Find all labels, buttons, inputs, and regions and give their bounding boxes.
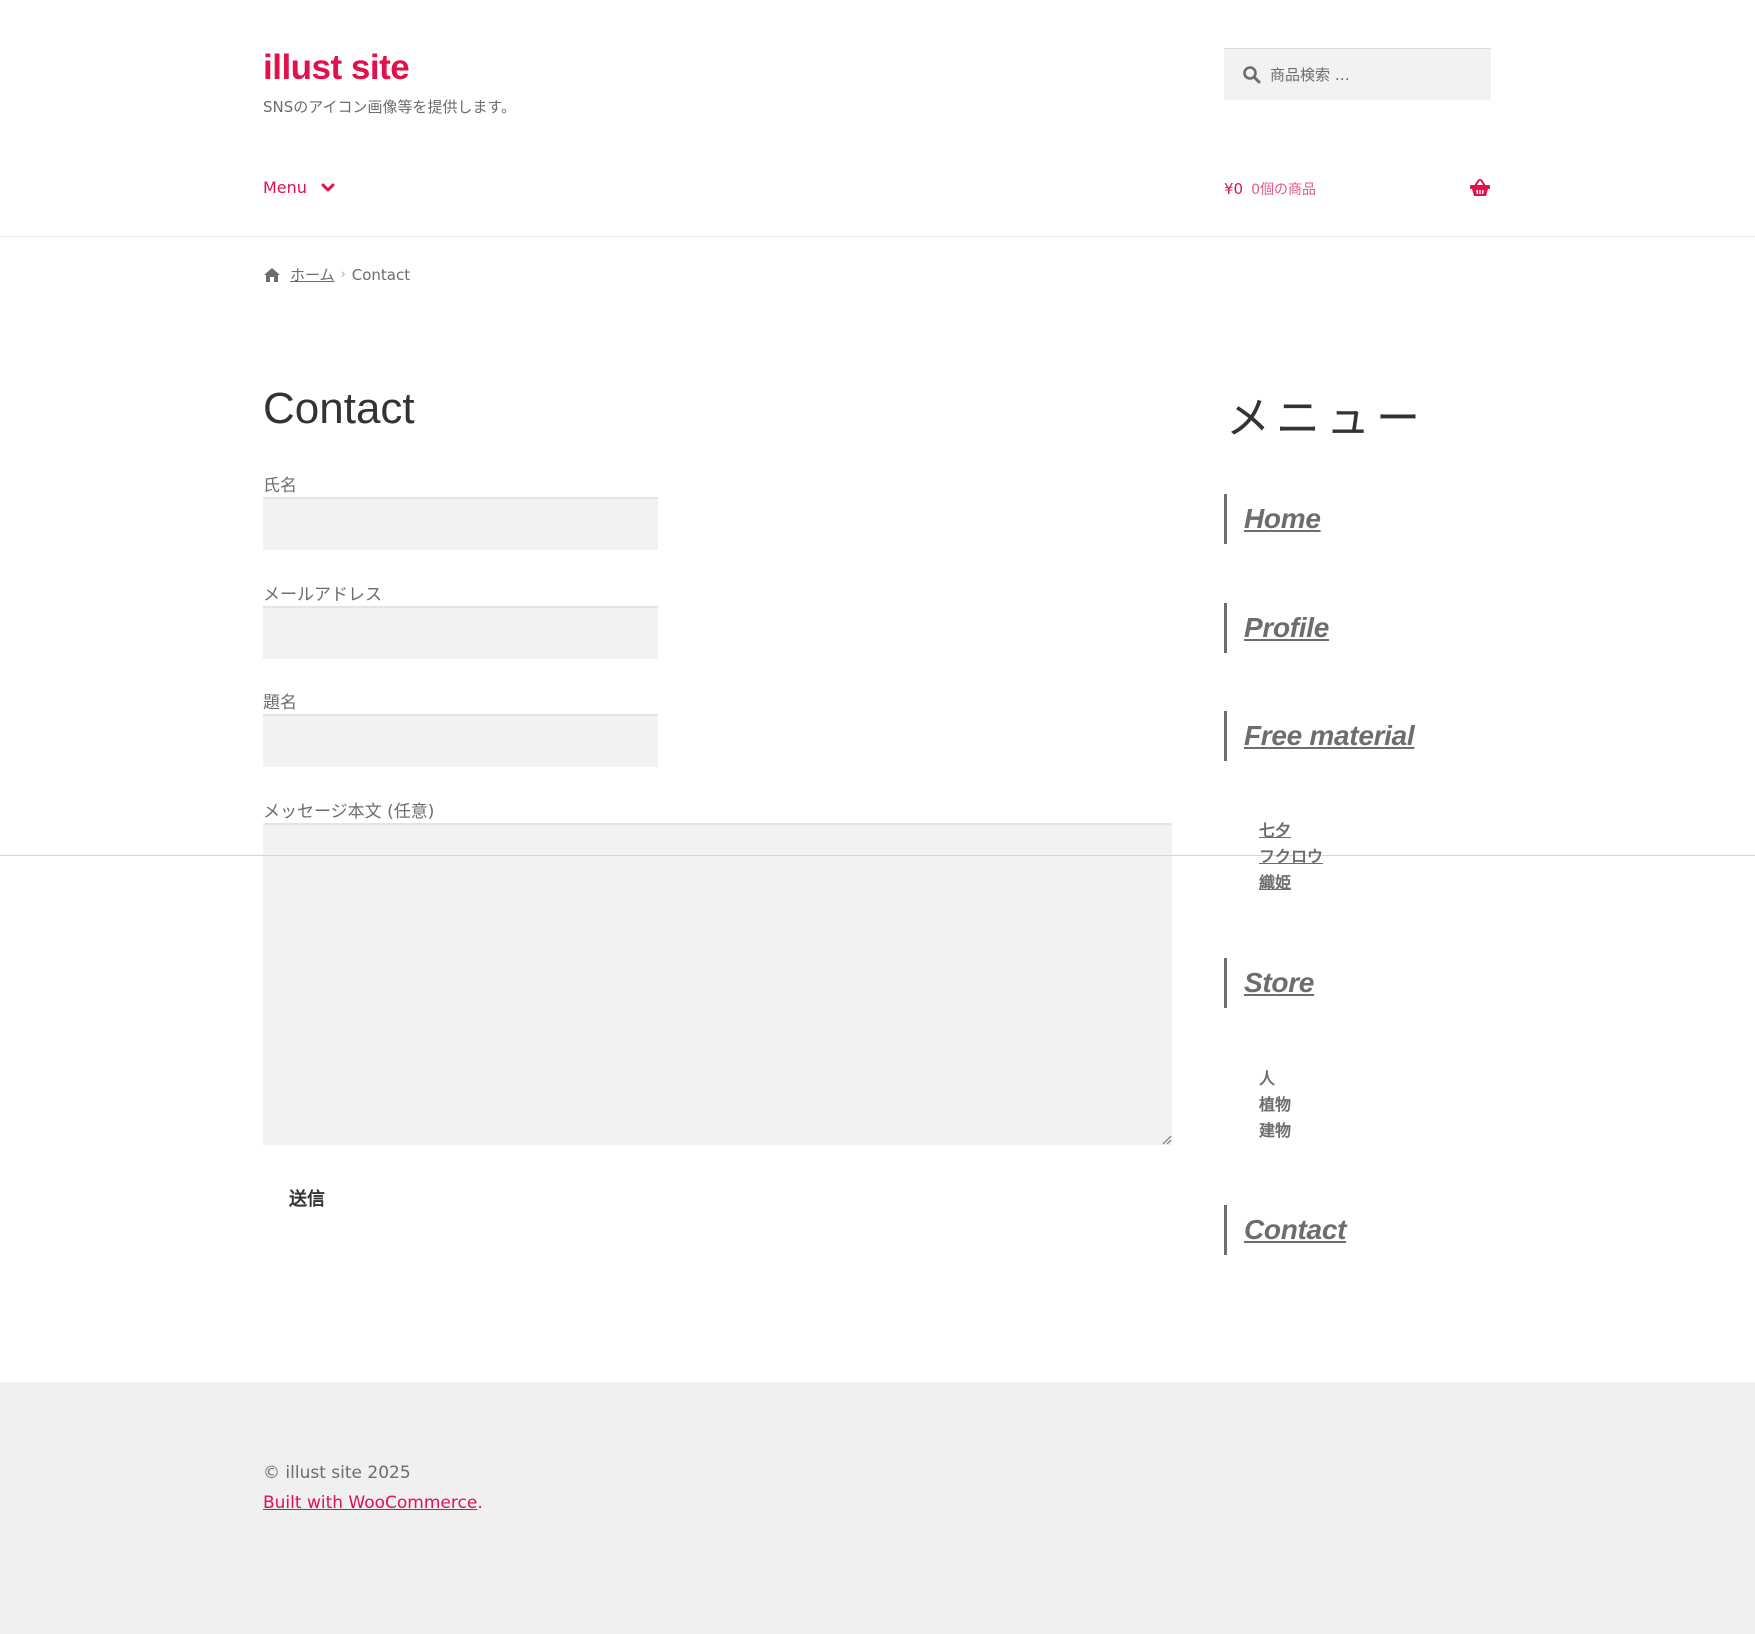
submit-button[interactable]: 送信 — [263, 1172, 353, 1224]
sidebar-link-home[interactable]: Home — [1244, 503, 1321, 535]
sidebar-subitem[interactable]: 建物 — [1259, 1118, 1291, 1144]
menu-toggle-label: Menu — [263, 178, 307, 197]
sidebar-subitem[interactable]: 人 — [1259, 1066, 1291, 1092]
breadcrumb: ホーム › Contact — [263, 264, 410, 285]
email-field[interactable] — [263, 606, 658, 659]
footer-copyright: © illust site 2025 — [263, 1463, 411, 1483]
shopping-basket-icon — [1470, 179, 1490, 196]
sidebar-title: メニュー — [1226, 393, 1426, 444]
sidebar-subitem[interactable]: 植物 — [1259, 1092, 1291, 1118]
footer-credit-suffix: . — [477, 1493, 483, 1513]
sidebar-subitem[interactable]: 七夕 — [1259, 818, 1323, 844]
search-icon — [1243, 66, 1261, 84]
breadcrumb-current: Contact — [351, 265, 411, 284]
sidebar-submenu-free-material: 七夕 フクロウ 織姫 — [1259, 818, 1323, 896]
cart-item-count: 0個の商品 — [1251, 182, 1317, 198]
message-wrapper — [263, 823, 1172, 1145]
sidebar-item-free-material: Free material — [1224, 711, 1415, 761]
sidebar-link-contact[interactable]: Contact — [1244, 1214, 1346, 1246]
breadcrumb-home-link[interactable]: ホーム — [290, 264, 335, 285]
woocommerce-link[interactable]: Built with WooCommerce — [263, 1493, 477, 1513]
chevron-down-icon — [321, 183, 335, 191]
site-title[interactable]: illust site — [263, 48, 410, 88]
subject-label: 題名 — [263, 693, 297, 713]
sidebar-submenu-store: 人 植物 建物 — [1259, 1066, 1291, 1144]
sidebar-link-free-material[interactable]: Free material — [1244, 720, 1415, 752]
cart-link[interactable]: ¥0 0個の商品 — [1224, 179, 1491, 199]
divider-line — [0, 855, 1755, 856]
sidebar-item-home: Home — [1224, 494, 1321, 544]
message-field[interactable] — [263, 823, 1172, 1145]
sidebar-subitem[interactable]: 織姫 — [1259, 870, 1323, 896]
breadcrumb-separator-icon: › — [340, 267, 346, 282]
page-title: Contact — [263, 384, 415, 433]
sidebar-link-store[interactable]: Store — [1244, 967, 1314, 999]
menu-toggle-button[interactable]: Menu — [263, 178, 335, 197]
sidebar-item-profile: Profile — [1224, 603, 1329, 653]
name-label: 氏名 — [263, 476, 297, 496]
sidebar-subitem[interactable]: フクロウ — [1259, 844, 1323, 870]
sidebar-link-profile[interactable]: Profile — [1244, 612, 1329, 644]
sidebar-item-contact: Contact — [1224, 1205, 1346, 1255]
footer-credit: Built with WooCommerce. — [263, 1493, 483, 1513]
message-label: メッセージ本文 (任意) — [263, 802, 435, 822]
search-input[interactable] — [1268, 49, 1487, 101]
name-field[interactable] — [263, 497, 658, 550]
cart-amount: ¥0 — [1224, 180, 1244, 198]
header-divider — [0, 236, 1755, 237]
site-tagline: SNSのアイコン画像等を提供します。 — [263, 98, 517, 116]
resize-handle-icon[interactable] — [1160, 1133, 1172, 1145]
sidebar-item-store: Store — [1224, 958, 1314, 1008]
email-label: メールアドレス — [263, 585, 382, 605]
product-search — [1224, 48, 1491, 101]
home-icon — [264, 267, 280, 282]
subject-field[interactable] — [263, 714, 658, 767]
